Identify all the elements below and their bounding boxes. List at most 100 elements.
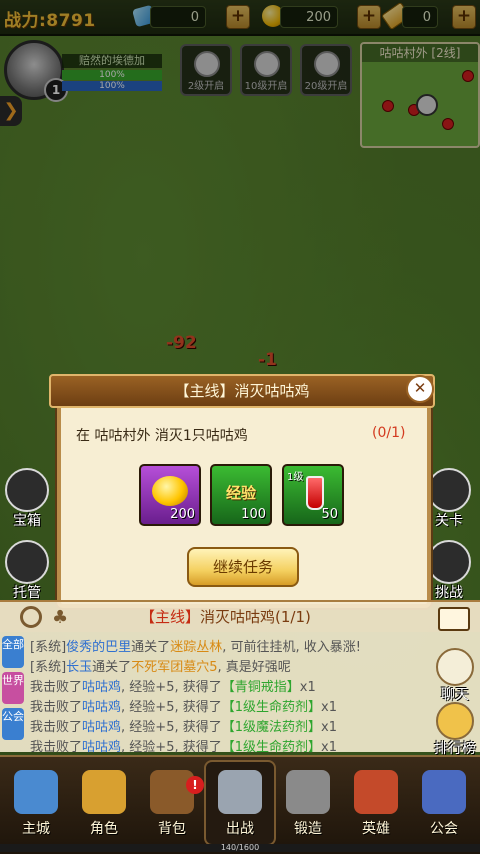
chat-message: 我击败了咕咕鸡, 经验+5, 获得了【1级生命药剂】x1 — [30, 696, 337, 715]
reward-potion[interactable]: 1级 50 — [282, 464, 344, 526]
chest-button[interactable]: 宝箱 — [2, 468, 52, 530]
quest-tracker[interactable]: ♣ 【主线】消灭咕咕鸡(1/1) — [0, 600, 480, 632]
chat-place: 【青铜戒指】 — [221, 680, 300, 695]
reward-potion-level: 1级 — [287, 472, 304, 483]
chat-place: 迷踪丛林 — [170, 640, 223, 655]
nav-label: 背包 — [158, 821, 186, 837]
chat-tab-all[interactable]: 全部 — [2, 636, 24, 668]
chest-label: 宝箱 — [13, 513, 41, 529]
chat-who: 俊秀的巴里 — [66, 640, 132, 655]
nav-icon — [82, 770, 126, 814]
trophy-icon — [436, 702, 474, 740]
quest-dialog-title: 【主线】消灭咕咕鸡 — [49, 374, 435, 408]
chat-bubble-icon — [436, 648, 474, 686]
chat-message: 我击败了咕咕鸡, 经验+5, 获得了【青铜戒指】x1 — [30, 676, 316, 695]
nav-icon — [422, 770, 466, 814]
clover-icon[interactable]: ♣ — [52, 608, 72, 628]
chat-p: 我击败了 — [30, 720, 83, 735]
chat-tail: x1 — [321, 700, 337, 715]
chat-tab-world[interactable]: 世界 — [2, 672, 24, 704]
nav-label: 角色 — [90, 821, 118, 837]
chat-message: 我击败了咕咕鸡, 经验+5, 获得了【1级生命药剂】x1 — [30, 736, 337, 755]
quest-tag: 【主线】 — [140, 608, 201, 626]
chat-p: 我击败了 — [30, 740, 83, 755]
challenge-label: 挑战 — [435, 585, 463, 601]
chat-message: [系统]俊秀的巴里通关了迷踪丛林, 可前往挂机, 收入暴涨! — [30, 636, 361, 655]
reward-exp-value: 100 — [241, 507, 266, 522]
nav-icon — [150, 770, 194, 814]
chat-message: [系统]长玉通关了不死军团墓穴5, 真是好强呢 — [30, 656, 291, 675]
xp-bar: 140/1600 — [0, 844, 480, 852]
nav-button-5[interactable]: 英雄 — [348, 760, 404, 838]
chat-button[interactable]: 聊天 — [430, 648, 480, 704]
chat-tail: x1 — [321, 740, 337, 755]
chat-who: 长玉 — [66, 660, 93, 675]
challenge-button[interactable]: 挑战 — [424, 540, 474, 602]
chat-who: 咕咕鸡 — [82, 700, 122, 715]
nav-icon — [14, 770, 58, 814]
quest-name: 消灭咕咕鸡 — [200, 608, 276, 626]
leaderboard-button[interactable]: 排行榜 — [430, 702, 480, 758]
nav-button-2[interactable]: 背包 — [144, 760, 200, 838]
chat-m: , 经验+5, 获得了 — [121, 700, 222, 715]
gear-icon[interactable] — [20, 606, 42, 628]
quest-description: 在 咕咕村外 消灭1只咕咕鸡 — [76, 428, 248, 444]
mail-icon[interactable] — [438, 607, 470, 631]
chat-tail: x1 — [299, 680, 316, 695]
chat-p: 我击败了 — [30, 680, 83, 695]
gamepad-icon — [5, 540, 49, 584]
chat-place: 【1级魔法药剂】 — [221, 720, 322, 735]
chat-p: [系统] — [30, 660, 67, 675]
chat-panel: 全部 世界 公会 [系统]俊秀的巴里通关了迷踪丛林, 可前往挂机, 收入暴涨![… — [0, 632, 480, 755]
chat-who: 咕咕鸡 — [82, 680, 122, 695]
nav-button-1[interactable]: 角色 — [76, 760, 132, 838]
nav-label: 英雄 — [362, 821, 390, 837]
chat-place: 不死军团墓穴5 — [131, 660, 218, 675]
nav-label: 出战 — [226, 821, 254, 837]
chat-m: , 经验+5, 获得了 — [121, 740, 222, 755]
chat-m: 通关了 — [131, 640, 171, 655]
reward-exp[interactable]: 经验 100 — [210, 464, 272, 526]
chat-message: 我击败了咕咕鸡, 经验+5, 获得了【1级魔法药剂】x1 — [30, 716, 337, 735]
nav-button-0[interactable]: 主城 — [8, 760, 64, 838]
red-potion-icon — [306, 476, 324, 510]
nav-button-6[interactable]: 公会 — [416, 760, 472, 838]
nav-button-4[interactable]: 锻造 — [280, 760, 336, 838]
chat-m: , 经验+5, 获得了 — [121, 680, 222, 695]
reward-gold-value: 200 — [170, 507, 195, 522]
chat-tab-guild[interactable]: 公会 — [2, 708, 24, 740]
chat-tail: x1 — [321, 720, 337, 735]
chat-button-label: 聊天 — [441, 687, 469, 703]
auto-label: 托管 — [13, 585, 41, 601]
reward-potion-value: 50 — [321, 507, 338, 522]
quest-progress: (0/1) — [372, 425, 406, 441]
nav-icon — [354, 770, 398, 814]
chat-who: 咕咕鸡 — [82, 740, 122, 755]
chat-m: , 经验+5, 获得了 — [121, 720, 222, 735]
nav-icon — [218, 770, 262, 814]
nav-label: 公会 — [430, 821, 458, 837]
chat-tail: , 真是好强呢 — [217, 660, 291, 675]
stage-button[interactable]: 关卡 — [424, 468, 474, 530]
quest-count: (1/1) — [275, 608, 311, 626]
chest-icon — [5, 468, 49, 512]
chat-tail: , 可前往挂机, 收入暴涨! — [222, 640, 361, 655]
nav-icon — [286, 770, 330, 814]
pentagram-icon — [427, 540, 471, 584]
nav-label: 锻造 — [294, 821, 322, 837]
chat-place: 【1级生命药剂】 — [221, 700, 322, 715]
stage-icon — [427, 468, 471, 512]
chat-who: 咕咕鸡 — [82, 720, 122, 735]
chat-p: 我击败了 — [30, 700, 83, 715]
close-icon[interactable]: ✕ — [406, 375, 434, 403]
nav-label: 主城 — [22, 821, 50, 837]
reward-gold[interactable]: 200 — [139, 464, 201, 526]
chat-m: 通关了 — [92, 660, 132, 675]
stage-label: 关卡 — [435, 513, 463, 529]
gold-coin-icon — [152, 476, 188, 506]
continue-quest-button[interactable]: 继续任务 — [187, 547, 299, 587]
quest-tracker-text: 【主线】消灭咕咕鸡(1/1) — [140, 606, 311, 627]
chat-p: [系统] — [30, 640, 67, 655]
auto-button[interactable]: 托管 — [2, 540, 52, 602]
nav-button-3[interactable]: 出战 — [212, 760, 268, 838]
